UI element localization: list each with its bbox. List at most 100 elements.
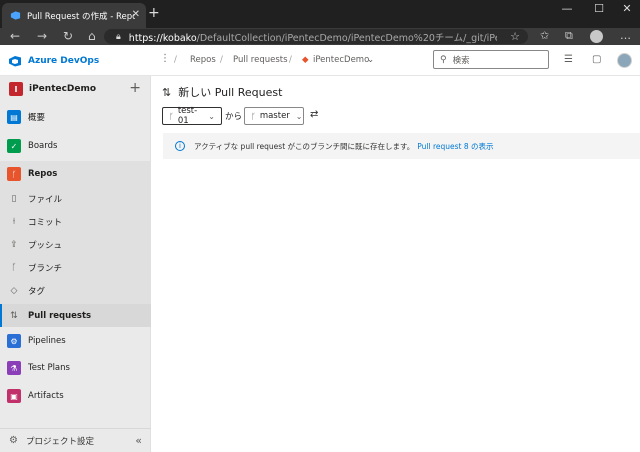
page-title: ⇅ 新しい Pull Request	[162, 84, 282, 100]
brand-name: Azure DevOps	[28, 56, 100, 66]
browser-tab[interactable]: Pull Request の作成 - Repos ✕	[2, 3, 146, 28]
repo-diamond-icon: ◆	[302, 55, 309, 65]
more-dots-icon[interactable]: ⋮	[160, 53, 170, 64]
search-input[interactable]: ⚲ 検索	[433, 50, 549, 69]
sidebar-item-pipelines[interactable]: ⚙︎ Pipelines	[0, 330, 151, 352]
shopping-bag-icon[interactable]: ▢	[592, 54, 601, 65]
commit-icon: ⍿	[12, 217, 16, 227]
close-window-icon[interactable]: ✕	[612, 2, 640, 15]
gear-icon: ⚙︎	[9, 435, 18, 446]
boards-icon: ✓	[7, 139, 21, 153]
list-icon[interactable]: ☰	[564, 54, 573, 65]
user-avatar[interactable]	[617, 53, 632, 68]
sidebar-item-branches[interactable]: ᚴ ブランチ	[0, 257, 151, 279]
sidebar-item-pushes[interactable]: ⇪ プッシュ	[0, 234, 151, 256]
sidebar-item-label: Pipelines	[28, 336, 66, 346]
swap-branches-icon[interactable]: ⇄	[310, 109, 318, 120]
collections-icon[interactable]: ⧉	[565, 29, 573, 43]
overview-icon: ▤	[7, 110, 21, 124]
browser-toolbar: ← → ↻ ⌂ 🔒︎ https://kobako/DefaultCollect…	[0, 28, 640, 45]
view-pull-request-link[interactable]: Pull request 8 の表示	[417, 141, 493, 152]
refresh-icon[interactable]: ↻	[63, 29, 73, 43]
maximize-icon[interactable]: ☐	[584, 2, 614, 15]
minimize-icon[interactable]: —	[552, 2, 582, 15]
sidebar-item-commits[interactable]: ⍿ コミット	[0, 211, 151, 233]
sidebar-item-label: プッシュ	[28, 241, 63, 251]
breadcrumb-repos[interactable]: Repos	[190, 55, 216, 65]
info-message-text: アクティブな pull request がこのブランチ間に既に存在します。	[194, 141, 415, 151]
project-badge: I	[9, 82, 23, 96]
sidebar-item-repos[interactable]: ᚴ Repos	[0, 163, 151, 185]
search-placeholder: 検索	[452, 55, 470, 66]
page-title-text: 新しい Pull Request	[178, 86, 283, 99]
target-branch-dropdown[interactable]: ᚴ master ⌄	[244, 107, 304, 125]
sidebar-item-label: Pull requests	[28, 310, 92, 321]
breadcrumb-pull-requests[interactable]: Pull requests	[233, 55, 288, 65]
sidebar-item-overview[interactable]: ▤ 概要	[0, 106, 151, 128]
sidebar-item-label: Artifacts	[28, 391, 64, 401]
browser-window: Pull Request の作成 - Repos ✕ + — ☐ ✕ ← → ↻…	[0, 0, 640, 452]
sidebar-item-label: Repos	[28, 169, 58, 179]
app-header: Azure DevOps ⋮ / Repos / Pull requests /…	[0, 45, 640, 76]
from-label: から	[225, 112, 243, 122]
favorite-star-icon[interactable]: ☆	[510, 30, 520, 43]
pull-request-icon: ⇅	[162, 85, 172, 99]
info-icon: i	[175, 141, 185, 151]
address-bar[interactable]: 🔒︎ https://kobako/DefaultCollection/iPen…	[104, 29, 528, 44]
branch-icon: ᚴ	[251, 111, 256, 121]
azure-devops-logo-icon	[9, 56, 21, 67]
sidebar-item-tags[interactable]: ◇ タグ	[0, 280, 151, 302]
sidebar-item-artifacts[interactable]: ▣ Artifacts	[0, 385, 151, 407]
project-selector[interactable]: I iPentecDemo +	[0, 76, 151, 102]
favorites-icon[interactable]: ✩	[540, 29, 549, 42]
sidebar-item-label: タグ	[28, 287, 46, 297]
chevron-down-icon: ⌄	[295, 111, 303, 121]
new-tab-icon[interactable]: +	[148, 6, 160, 20]
collapse-sidebar-icon[interactable]: «	[135, 434, 142, 447]
sidebar-item-label: ブランチ	[28, 264, 63, 274]
search-icon: ⚲	[440, 54, 447, 65]
main-content: ⇅ 新しい Pull Request ᚴ test-01 ⌄ から ᚴ mast…	[151, 76, 640, 452]
pipelines-icon: ⚙︎	[7, 334, 21, 348]
tab-close-icon[interactable]: ✕	[132, 9, 140, 20]
branch-icon: ᚴ	[11, 263, 17, 273]
breadcrumb-repo[interactable]: iPentecDemo	[313, 55, 369, 65]
project-name: iPentecDemo	[29, 84, 97, 94]
browser-tab-bar: Pull Request の作成 - Repos ✕ + — ☐ ✕	[0, 0, 640, 28]
more-menu-icon[interactable]: …	[620, 29, 631, 42]
file-icon: ▯	[11, 194, 17, 204]
sidebar: I iPentecDemo + ▤ 概要 ✓ Boards ᚴ Repos ▯ …	[0, 76, 151, 452]
sidebar-item-label: 概要	[28, 113, 46, 123]
azure-devops-favicon-icon	[10, 11, 21, 20]
sidebar-item-label: ファイル	[28, 195, 63, 205]
project-settings-label: プロジェクト設定	[25, 436, 94, 447]
sidebar-item-label: コミット	[28, 218, 63, 228]
sidebar-item-pull-requests[interactable]: ⇅ Pull requests	[0, 304, 151, 327]
sidebar-item-label: Boards	[28, 141, 58, 151]
browser-profile-avatar[interactable]	[590, 30, 603, 43]
push-icon: ⇪	[10, 240, 18, 250]
sidebar-item-boards[interactable]: ✓ Boards	[0, 135, 151, 157]
chevron-down-icon: ⌄	[208, 111, 215, 121]
home-icon[interactable]: ⌂	[88, 29, 96, 43]
url-text: https://kobako/DefaultCollection/iPentec…	[128, 32, 497, 44]
target-branch-value: master	[259, 111, 290, 121]
sidebar-item-test-plans[interactable]: ⚗︎ Test Plans	[0, 357, 151, 379]
test-plans-icon: ⚗︎	[7, 361, 21, 375]
sidebar-item-files[interactable]: ▯ ファイル	[0, 188, 151, 210]
pull-request-icon: ⇅	[10, 310, 18, 321]
add-icon[interactable]: +	[129, 80, 141, 96]
repos-icon: ᚴ	[7, 167, 21, 181]
project-settings[interactable]: ⚙︎ プロジェクト設定 «	[0, 428, 151, 452]
brand-logo[interactable]: Azure DevOps	[8, 54, 99, 68]
tag-icon: ◇	[10, 286, 18, 296]
artifacts-icon: ▣	[7, 389, 21, 403]
source-branch-dropdown[interactable]: ᚴ test-01 ⌄	[162, 106, 222, 126]
branch-icon: ᚴ	[169, 111, 174, 121]
lock-icon: 🔒︎	[116, 31, 121, 42]
chevron-down-icon[interactable]: ⌄	[367, 55, 374, 65]
tab-title: Pull Request の作成 - Repos	[27, 11, 135, 22]
source-branch-value: test-01	[177, 106, 198, 126]
forward-icon[interactable]: →	[37, 29, 47, 43]
back-icon[interactable]: ←	[10, 29, 20, 43]
